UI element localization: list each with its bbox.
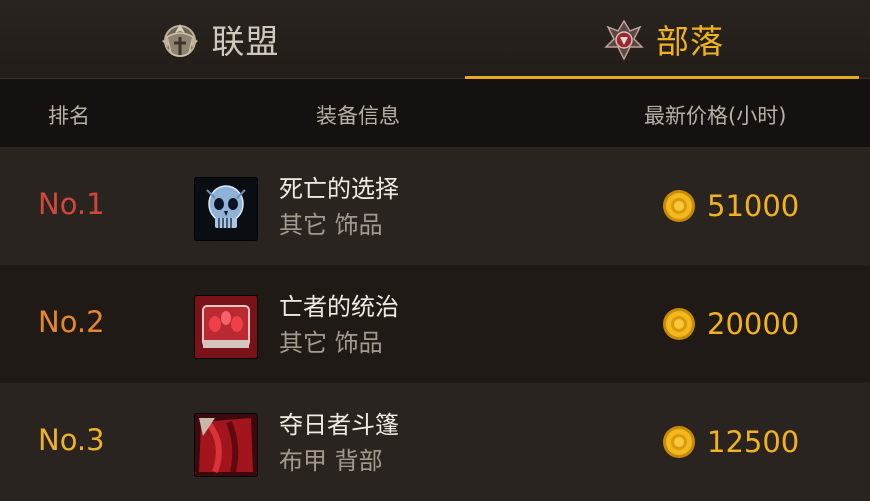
item-name[interactable]: 死亡的选择 [279,169,399,204]
price-value: 51000 [707,189,800,223]
horde-emblem-icon [604,19,644,61]
column-header-info: 装备信息 [316,104,400,128]
tab-horde-label: 部落 [656,22,724,61]
price-value: 20000 [707,307,800,341]
red-cloak-icon [195,414,257,476]
gold-coin-icon [663,190,695,222]
item-type: 其它 饰品 [279,211,383,239]
column-header-rank: 排名 [48,104,90,128]
faction-tabs: 联盟 部落 [0,0,870,79]
table-row[interactable]: No.3 夺日者斗篷 布甲 背部 12500 [0,383,870,501]
rank-label: No.1 [38,187,105,221]
item-icon[interactable] [195,296,257,358]
gold-coin-icon [663,308,695,340]
skull-icon [195,178,257,240]
alliance-emblem-icon [161,24,198,57]
rank-label: No.2 [38,305,105,339]
item-type: 布甲 背部 [279,447,383,475]
crimson-gem-icon [195,296,257,358]
item-name[interactable]: 夺日者斗篷 [279,405,399,440]
table-row[interactable]: No.1 死亡的选择 其它 饰品 51000 [0,147,870,265]
item-name[interactable]: 亡者的统治 [279,287,399,322]
item-icon[interactable] [195,414,257,476]
item-type: 其它 饰品 [279,329,383,357]
item-icon[interactable] [195,178,257,240]
rank-label: No.3 [38,423,105,457]
tab-horde[interactable]: 部落 [465,0,859,79]
column-header-price: 最新价格(小时) [644,104,787,128]
table-header: 排名 装备信息 最新价格(小时) [0,79,870,147]
tab-alliance[interactable]: 联盟 [0,0,435,78]
table-row[interactable]: No.2 亡者的统治 其它 饰品 20000 [0,265,870,383]
tab-alliance-label: 联盟 [211,22,280,61]
gold-coin-icon [663,426,695,458]
price-value: 12500 [707,425,800,459]
